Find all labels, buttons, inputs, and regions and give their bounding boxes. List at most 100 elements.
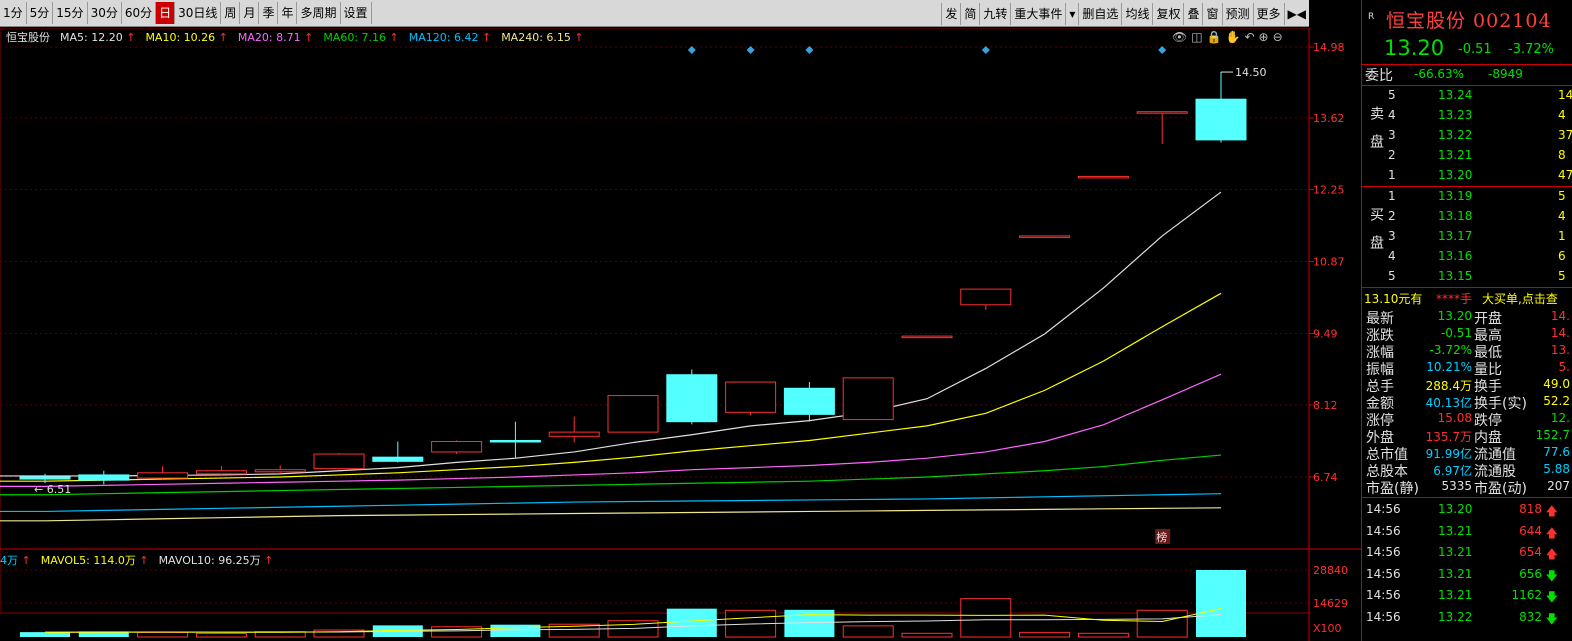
up-arrow-icon: 🡅 <box>1545 504 1558 518</box>
event-marker-icon <box>746 46 755 54</box>
sell-level-row[interactable]: 4 13.23 4 <box>1362 106 1572 126</box>
ma10-line <box>0 292 1222 482</box>
stat-value: 15.08 <box>1437 411 1472 425</box>
candle-body-up <box>842 377 894 421</box>
candle-body-down <box>489 439 541 443</box>
low-label: ← 6.51 <box>34 483 71 496</box>
toolbar-button[interactable]: 预测 <box>1221 2 1253 25</box>
high-label: 14.50 <box>1235 66 1267 79</box>
toolbar-button[interactable]: 均线 <box>1121 2 1152 25</box>
period-tab[interactable]: 季 <box>259 2 279 24</box>
last-price: 13.20 <box>1384 36 1445 60</box>
period-tab[interactable]: 5分 <box>27 2 54 24</box>
sell-level-row[interactable]: 5 13.24 14 <box>1362 86 1572 106</box>
r-badge: R <box>1368 12 1375 22</box>
period-tab[interactable]: 15分 <box>53 2 88 24</box>
tick-price: 13.21 <box>1438 566 1473 581</box>
sell-level-row[interactable]: 3 13.22 37 <box>1362 126 1572 146</box>
level-number: 2 <box>1388 148 1396 162</box>
period-tab[interactable]: 日 <box>156 2 176 24</box>
toolbar-button[interactable]: ▶◀ <box>1283 2 1309 25</box>
stat-row: 总手 288.4万 换手 49.0 <box>1362 376 1572 395</box>
stat-row: 外盘 135.7万 内盘 152.7 <box>1362 427 1572 446</box>
price-axis-label: 14.98 <box>1313 41 1345 54</box>
candle-body-up <box>960 288 1012 306</box>
candle-body-down <box>666 374 718 423</box>
list-badge-label: 榜 <box>1156 530 1167 544</box>
buy-level-row[interactable]: 3 13.17 1 <box>1362 227 1572 247</box>
quote-panel: R 恒宝股份 002104 13.20 -0.51 -3.72% 委比 -66.… <box>1361 0 1572 641</box>
volume-bar-down <box>490 624 541 637</box>
toolbar-button[interactable]: 发 <box>941 2 960 25</box>
stat-row: 振幅 10.21% 量比 5. <box>1362 359 1572 378</box>
tick-row: 14:56 13.21 1162 🡇 <box>1362 586 1572 608</box>
kline-chart[interactable]: 14.98 13.62 12.25 10.87 9.49 8.12 6.74 14.50 ← 6… <box>0 28 1361 641</box>
buy-level-row[interactable]: 4 13.16 6 <box>1362 247 1572 267</box>
buy-level-row[interactable]: 2 13.18 4 <box>1362 207 1572 227</box>
toolbar-button[interactable]: 叠 <box>1183 2 1202 25</box>
volume-axis-label: 14629 <box>1313 597 1348 610</box>
toolbar-button[interactable]: 简 <box>960 2 979 25</box>
stats-table: 最新 13.20 开盘 14. 涨跌 -0.51 最高 14. 涨幅 -3.72% 最低 13. 振幅 1… <box>1362 308 1572 497</box>
buy-level-row[interactable]: 5 13.15 5 <box>1362 267 1572 287</box>
period-tab[interactable]: 多周期 <box>297 2 341 24</box>
toolbar-button[interactable]: 复权 <box>1152 2 1183 25</box>
toolbar-button[interactable]: 窗 <box>1202 2 1221 25</box>
stat-value: 91.99亿 <box>1425 447 1472 461</box>
stat-row: 总股本 6.97亿 流通股 5.88 <box>1362 461 1572 480</box>
level-volume: 14 <box>1558 88 1572 102</box>
tick-row: 14:56 13.20 818 🡅 <box>1362 500 1572 522</box>
candle-body-down <box>1195 98 1247 141</box>
sell-level-row[interactable]: 2 13.21 8 <box>1362 146 1572 166</box>
stat-row: 涨跌 -0.51 最高 14. <box>1362 325 1572 344</box>
tick-time: 14:56 <box>1366 523 1401 538</box>
period-tab[interactable]: 1分 <box>0 2 27 24</box>
period-tab[interactable]: 设置 <box>341 2 372 24</box>
sell-level-row[interactable]: 1 13.20 47 <box>1362 166 1572 186</box>
level-price: 13.20 <box>1438 168 1473 182</box>
level-number: 2 <box>1388 209 1396 223</box>
period-tab[interactable]: 月 <box>240 2 260 24</box>
stat-value: 135.7万 <box>1425 430 1472 444</box>
level-volume: 1 <box>1558 229 1566 243</box>
stat-row: 涨幅 -3.72% 最低 13. <box>1362 342 1572 361</box>
price-change-pct: -3.72% <box>1508 42 1554 57</box>
tick-volume: 656 <box>1519 566 1542 581</box>
toolbar-button[interactable]: ▾ <box>1065 2 1078 25</box>
up-arrow-icon: ↑ <box>135 554 149 567</box>
period-tab[interactable]: 周 <box>221 2 241 24</box>
tick-list: 14:56 13.20 818 🡅 14:56 13.21 644 🡅 14:56 13.21 65… <box>1362 498 1572 629</box>
price-axis-label: 9.49 <box>1313 327 1338 340</box>
stat-label: 市盈(动) <box>1474 481 1527 497</box>
stock-title: 恒宝股份 002104 <box>1386 10 1552 32</box>
volume-axis-label: 28840 <box>1313 564 1348 577</box>
toolbar-button[interactable]: 九转 <box>979 2 1010 25</box>
period-tab[interactable]: 30日线 <box>175 2 222 24</box>
volume-bar-up <box>1019 631 1071 638</box>
up-arrow-icon: 🡅 <box>1545 547 1558 561</box>
stat-value: 52.2 <box>1543 394 1570 408</box>
period-tab[interactable]: 年 <box>278 2 298 24</box>
level-volume: 47 <box>1558 168 1572 182</box>
level-price: 13.16 <box>1438 249 1473 263</box>
toolbar-button[interactable]: 更多 <box>1252 2 1284 25</box>
period-tab[interactable]: 60分 <box>122 2 157 24</box>
stat-value: 5. <box>1558 360 1570 374</box>
level-price: 13.15 <box>1438 269 1473 283</box>
stat-value: 13. <box>1550 343 1570 357</box>
period-tab[interactable]: 30分 <box>88 2 122 24</box>
price-axis-label: 13.62 <box>1313 112 1345 125</box>
big-order-row[interactable]: 13.10元有 ****手 大买单,点击查 <box>1362 288 1572 308</box>
toolbar-button[interactable]: 重大事件 <box>1010 2 1065 25</box>
price-axis-label: 10.87 <box>1313 255 1345 268</box>
tick-price: 13.21 <box>1438 545 1473 559</box>
buy-level-row[interactable]: 1 13.19 5 <box>1362 187 1572 207</box>
level-price: 13.18 <box>1438 209 1473 223</box>
stat-value: -3.72% <box>1429 343 1472 357</box>
weibi-val: -8949 <box>1488 67 1523 81</box>
stat-value: 207 <box>1547 479 1570 493</box>
volume-legend-item: 4万 ↑ <box>0 554 31 567</box>
candle-body-up <box>901 335 953 339</box>
toolbar-button[interactable]: 删自选 <box>1078 2 1121 25</box>
tick-time: 14:56 <box>1366 588 1401 602</box>
